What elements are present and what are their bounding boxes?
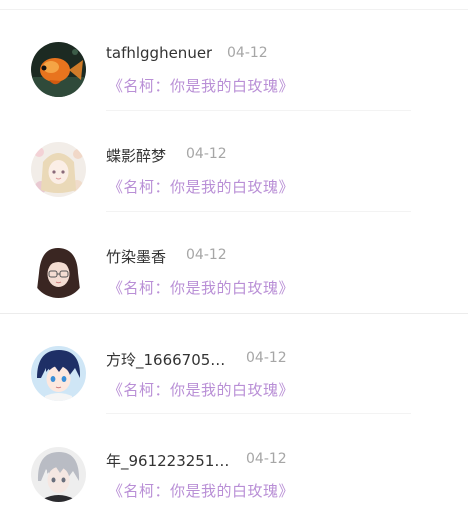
item-divider: [106, 413, 411, 414]
anime-girl-flowers-avatar-icon[interactable]: [31, 142, 86, 197]
conversation-item[interactable]: 方玲_1666705… 04-12 《名柯：你是我的白玫瑰》: [0, 324, 468, 425]
conversation-item[interactable]: 竹染墨香 04-12 《名柯：你是我的白玫瑰》: [0, 222, 468, 323]
contact-name: 方玲_1666705…: [106, 351, 226, 369]
message-preview: 《名柯：你是我的白玫瑰》: [108, 178, 295, 196]
message-preview: 《名柯：你是我的白玫瑰》: [108, 279, 295, 297]
contact-name: 蝶影醉梦: [106, 147, 167, 165]
anime-boy-blue-avatar-icon[interactable]: [31, 346, 86, 401]
conversation-item[interactable]: 蝶影醉梦 04-12 《名柯：你是我的白玫瑰》: [0, 121, 468, 222]
anime-boy-silver-avatar-icon[interactable]: [31, 447, 86, 502]
conversation-item[interactable]: 年_961223251… 04-12 《名柯：你是我的白玫瑰》: [0, 425, 468, 526]
message-preview: 《名柯：你是我的白玫瑰》: [108, 77, 295, 95]
message-date: 04-12: [246, 451, 287, 467]
goldfish-avatar-icon[interactable]: [31, 42, 86, 97]
conversation-item[interactable]: tafhlgghenuer 04-12 《名柯：你是我的白玫瑰》: [0, 20, 468, 121]
contact-name: tafhlgghenuer: [106, 44, 213, 62]
item-divider: [106, 110, 411, 111]
message-date: 04-12: [246, 350, 287, 366]
message-date: 04-12: [227, 45, 268, 61]
contact-name: 竹染墨香: [106, 248, 167, 266]
message-preview: 《名柯：你是我的白玫瑰》: [108, 482, 295, 500]
message-date: 04-12: [186, 247, 227, 263]
item-divider: [106, 211, 411, 212]
conversation-list: tafhlgghenuer 04-12 《名柯：你是我的白玫瑰》 蝶影醉梦 04…: [0, 0, 468, 509]
section-divider: [0, 313, 468, 314]
message-preview: 《名柯：你是我的白玫瑰》: [108, 381, 295, 399]
message-date: 04-12: [186, 146, 227, 162]
anime-girl-glasses-avatar-icon[interactable]: [31, 243, 86, 298]
contact-name: 年_961223251…: [106, 452, 230, 470]
